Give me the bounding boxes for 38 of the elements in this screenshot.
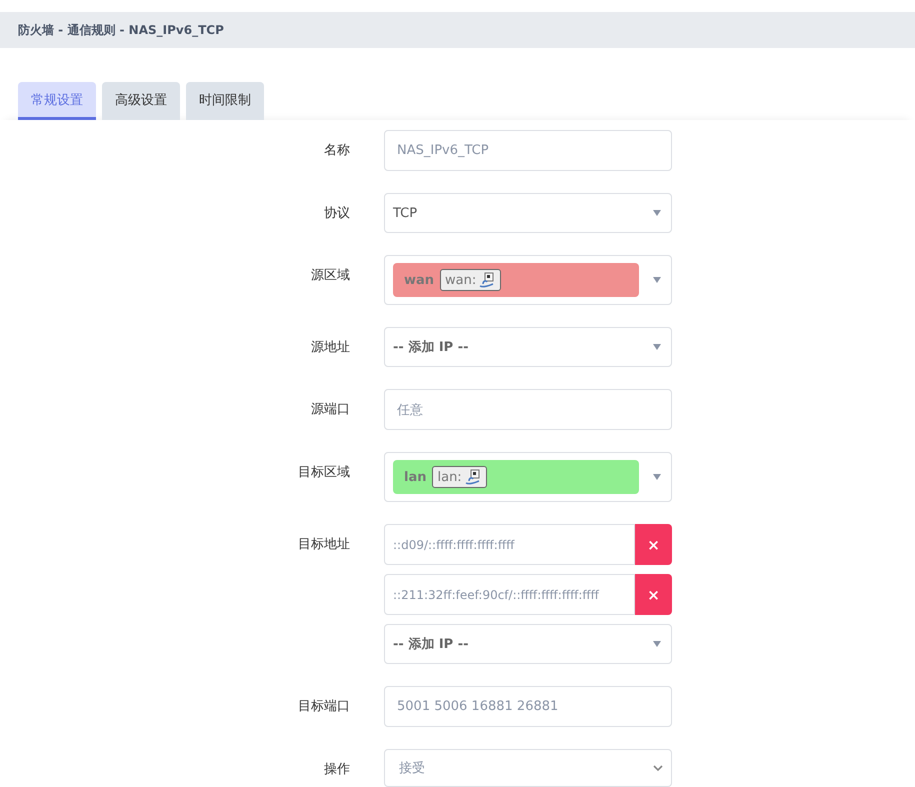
badge-label: lan:: [437, 470, 462, 484]
field-label: 协议: [323, 205, 350, 223]
caret-icon: [653, 344, 661, 350]
page-title: 防火墙 - 通信规则 - NAS_IPv6_TCP: [18, 22, 224, 38]
field-label: 目标端口: [297, 698, 350, 716]
field-label: 源端口: [310, 401, 350, 419]
chevron-icon: [653, 764, 663, 772]
zone-name: lan: [404, 470, 426, 484]
caret-icon: [653, 277, 661, 283]
field-label: 源地址: [310, 339, 350, 357]
zone-name: wan: [404, 272, 434, 288]
address-field[interactable]: ::211:32ff:feef:90cf/::ffff:ffff:ffff:ffff: [384, 574, 635, 615]
field-label: 操作: [323, 761, 350, 779]
select-field[interactable]: -- 添加 IP --: [384, 624, 672, 664]
zone-select[interactable]: lan lan:: [384, 452, 672, 502]
text-field[interactable]: NAS_IPv6_TCP: [384, 130, 672, 171]
caret-icon: [653, 474, 661, 480]
caret-icon: [653, 641, 661, 647]
network-icon: [464, 469, 482, 485]
network-icon: [478, 272, 496, 288]
field-label: 源区域: [310, 267, 350, 285]
remove-button[interactable]: ×: [635, 574, 672, 615]
select-field[interactable]: TCP: [384, 193, 672, 233]
tab[interactable]: 高级设置: [102, 82, 180, 120]
caret-icon: [653, 210, 661, 216]
field-label: 目标地址: [297, 536, 350, 554]
field-label: 名称: [323, 142, 350, 160]
zone-select[interactable]: wan wan:: [384, 255, 672, 305]
text-field[interactable]: 5001 5006 16881 26881: [384, 686, 672, 727]
remove-button[interactable]: ×: [635, 524, 672, 565]
field-label: 目标区域: [297, 464, 350, 482]
tab[interactable]: 常规设置: [18, 82, 96, 120]
select-field[interactable]: -- 添加 IP --: [384, 327, 672, 367]
tab[interactable]: 时间限制: [186, 82, 264, 120]
select-field[interactable]: 接受: [384, 749, 672, 787]
address-field[interactable]: ::d09/::ffff:ffff:ffff:ffff: [384, 524, 635, 565]
text-field[interactable]: 任意: [384, 389, 672, 430]
badge-label: wan:: [445, 272, 476, 288]
